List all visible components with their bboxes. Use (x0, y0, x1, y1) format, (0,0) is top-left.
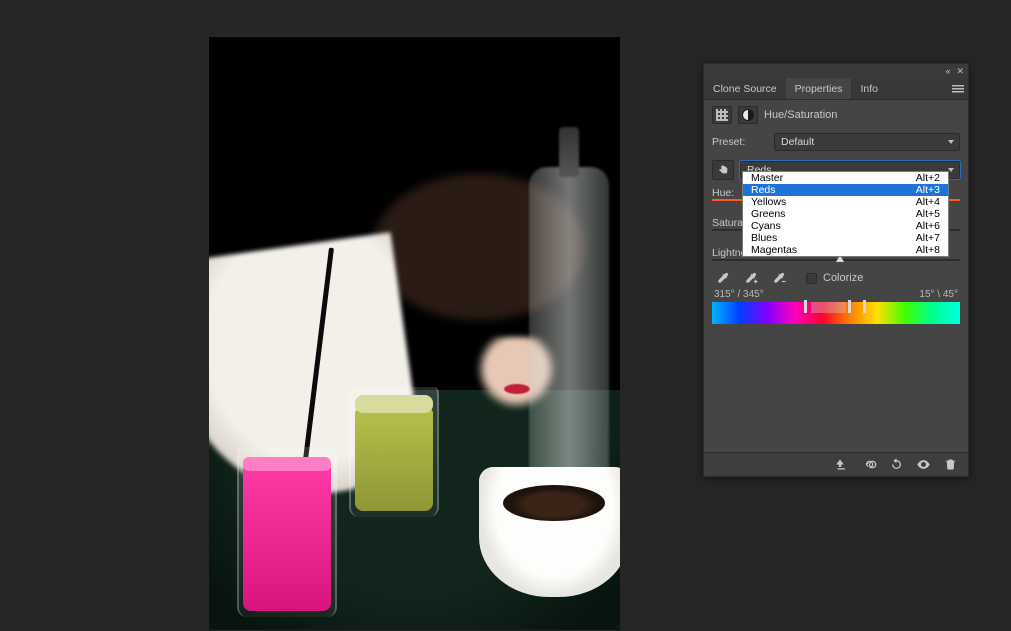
adjustment-header: Hue/Saturation (704, 100, 968, 130)
previous-state-icon[interactable] (862, 457, 877, 472)
option-shortcut: Alt+3 (916, 184, 940, 196)
panel-footer (704, 452, 968, 476)
channel-option-magentas[interactable]: Magentas Alt+8 (743, 244, 948, 256)
hue-range-strip-top[interactable] (712, 302, 960, 313)
channel-option-yellows[interactable]: Yellows Alt+4 (743, 196, 948, 208)
photo-scene (209, 37, 620, 630)
range-left: 315° / 345° (714, 289, 764, 300)
adjustment-type-icon[interactable] (712, 106, 732, 124)
channel-option-reds[interactable]: Reds Alt+3 (743, 184, 948, 196)
panel-titlebar: « ✕ (704, 64, 968, 78)
properties-panel: « ✕ Clone Source Properties Info Hue/Sat… (703, 63, 969, 477)
eyedropper-subtract-icon[interactable] (772, 271, 786, 285)
channel-option-cyans[interactable]: Cyans Alt+6 (743, 220, 948, 232)
channel-dropdown: Master Alt+2 Reds Alt+3 Yellows Alt+4 Gr… (742, 171, 949, 257)
option-shortcut: Alt+6 (916, 220, 940, 232)
colorize-checkbox[interactable] (806, 273, 817, 284)
clip-to-layer-icon[interactable] (835, 457, 850, 472)
preset-row: Preset: Default (704, 130, 968, 154)
hue-range-readout: 315° / 345° 15° \ 45° (704, 289, 968, 300)
option-label: Cyans (751, 220, 781, 232)
hamburger-icon (952, 85, 964, 93)
collapse-icon[interactable]: « (945, 67, 950, 76)
option-shortcut: Alt+7 (916, 232, 940, 244)
preset-select[interactable]: Default (774, 133, 960, 151)
option-label: Magentas (751, 244, 797, 256)
visibility-icon[interactable] (916, 457, 931, 472)
document-canvas[interactable] (209, 37, 620, 630)
eyedropper-icon[interactable] (716, 271, 730, 285)
colorize-label: Colorize (823, 272, 863, 284)
close-icon[interactable]: ✕ (956, 67, 964, 76)
channel-option-greens[interactable]: Greens Alt+5 (743, 208, 948, 220)
option-label: Blues (751, 232, 777, 244)
adjustment-title: Hue/Saturation (764, 109, 837, 121)
trash-icon[interactable] (943, 457, 958, 472)
option-shortcut: Alt+2 (916, 172, 940, 184)
preset-label: Preset: (712, 136, 768, 148)
panel-menu-button[interactable] (948, 78, 968, 99)
tab-label: Properties (795, 83, 843, 95)
tab-label: Clone Source (713, 83, 777, 95)
option-shortcut: Alt+5 (916, 208, 940, 220)
tab-properties[interactable]: Properties (786, 78, 852, 99)
reset-icon[interactable] (889, 457, 904, 472)
option-shortcut: Alt+8 (916, 244, 940, 256)
option-label: Reds (751, 184, 776, 196)
preset-value: Default (781, 136, 814, 148)
colorize-control[interactable]: Colorize (806, 272, 863, 284)
eyedropper-add-icon[interactable] (744, 271, 758, 285)
panel-tabs: Clone Source Properties Info (704, 78, 968, 100)
channel-option-master[interactable]: Master Alt+2 (743, 172, 948, 184)
tab-info[interactable]: Info (851, 78, 887, 99)
range-right: 15° \ 45° (919, 289, 958, 300)
option-label: Greens (751, 208, 785, 220)
option-label: Master (751, 172, 783, 184)
layer-mask-icon[interactable] (738, 106, 758, 124)
option-label: Yellows (751, 196, 786, 208)
targeted-adjust-tool[interactable] (712, 160, 734, 180)
hue-label: Hue: (712, 187, 734, 199)
chevron-down-icon (948, 140, 954, 144)
channel-option-blues[interactable]: Blues Alt+7 (743, 232, 948, 244)
range-bar[interactable] (811, 302, 846, 313)
hue-range-strip-bottom[interactable] (712, 313, 960, 324)
tab-label: Info (860, 83, 878, 95)
option-shortcut: Alt+4 (916, 196, 940, 208)
tab-clone-source[interactable]: Clone Source (704, 78, 786, 99)
eyedropper-row: Colorize (704, 263, 968, 289)
